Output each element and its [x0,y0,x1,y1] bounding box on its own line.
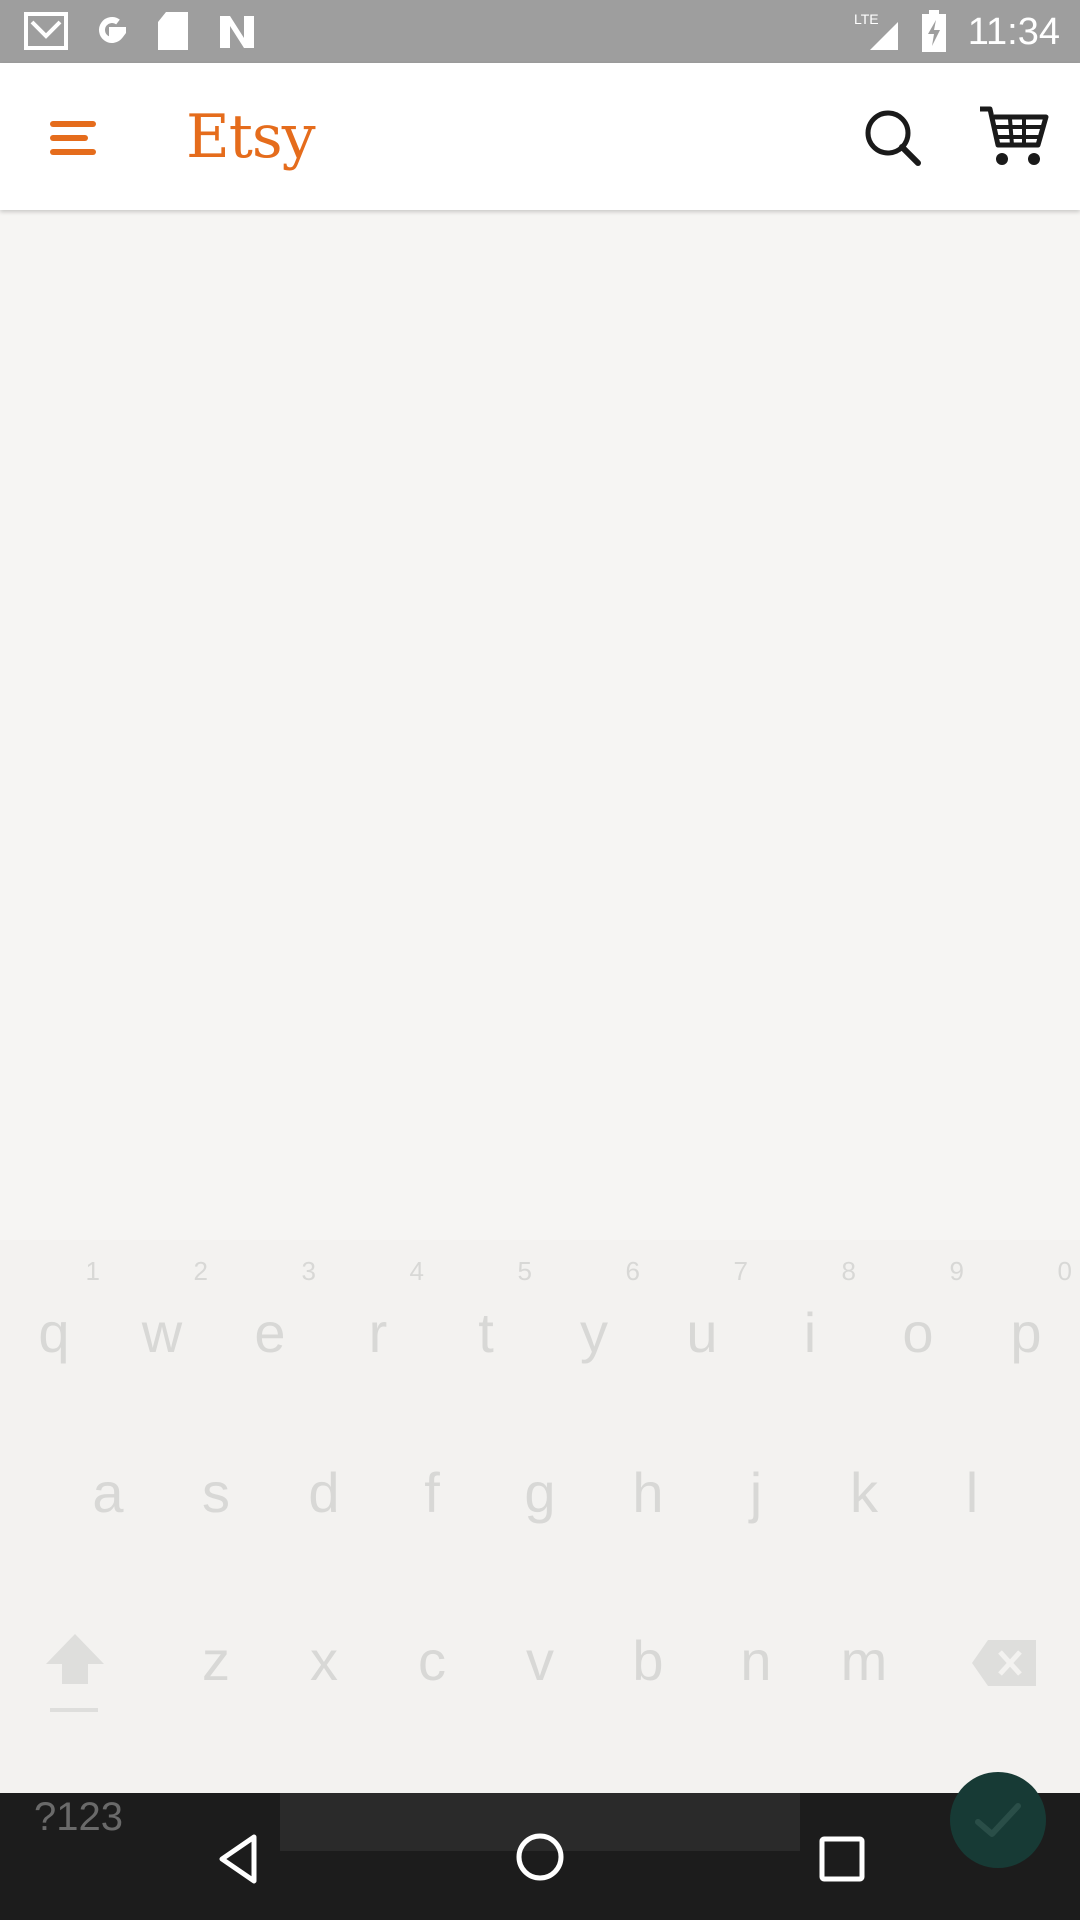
symbols-key[interactable]: ?123 [34,1795,123,1840]
content-area [0,210,1080,1240]
app-bar: Etsy [0,63,1080,210]
key-k[interactable]: k [814,1460,914,1525]
key-u[interactable]: 7u [652,1256,752,1365]
key-y[interactable]: 6y [544,1256,644,1365]
n-icon [220,16,254,48]
gmail-icon [24,12,68,50]
status-time: 11:34 [967,11,1060,53]
key-f[interactable]: f [382,1460,482,1525]
network-label: LTE [854,11,879,27]
key-w[interactable]: 2w [112,1256,212,1365]
key-v[interactable]: v [490,1628,590,1693]
key-i[interactable]: 8i [760,1256,860,1365]
done-button[interactable] [950,1772,1046,1868]
search-icon[interactable] [858,103,928,173]
key-h[interactable]: h [598,1460,698,1525]
sd-card-icon [158,12,188,50]
key-l[interactable]: l [922,1460,1022,1525]
key-r[interactable]: 4r [328,1256,428,1365]
google-icon [99,17,127,43]
key-a[interactable]: a [58,1460,158,1525]
key-x[interactable]: x [274,1628,374,1693]
navigation-bar [0,1793,1080,1920]
key-n[interactable]: n [706,1628,806,1693]
key-j[interactable]: j [706,1460,806,1525]
back-icon[interactable] [210,1829,270,1889]
cart-icon[interactable] [976,101,1050,171]
key-t[interactable]: 5t [436,1256,536,1365]
recents-icon[interactable] [812,1829,872,1889]
key-p[interactable]: 0p [976,1256,1076,1365]
home-icon[interactable] [510,1827,570,1887]
key-e[interactable]: 3e [220,1256,320,1365]
check-icon [975,1803,1021,1837]
etsy-logo[interactable]: Etsy [186,101,316,173]
key-q[interactable]: 1q [4,1256,104,1365]
lte-signal-icon: LTE [854,11,898,50]
key-c[interactable]: c [382,1628,482,1693]
key-m[interactable]: m [814,1628,914,1693]
status-bar: LTE 11:34 [0,0,1080,63]
shift-icon[interactable] [40,1630,110,1720]
key-g[interactable]: g [490,1460,590,1525]
menu-icon[interactable] [38,107,108,167]
key-s[interactable]: s [166,1460,266,1525]
key-z[interactable]: z [166,1628,266,1693]
battery-icon [922,10,946,52]
key-o[interactable]: 9o [868,1256,968,1365]
keyboard: 1q 2w 3e 4r 5t 6y 7u 8i 9o 0p a s d f g … [0,1240,1080,1793]
key-b[interactable]: b [598,1628,698,1693]
key-d[interactable]: d [274,1460,374,1525]
backspace-icon[interactable] [970,1638,1040,1688]
